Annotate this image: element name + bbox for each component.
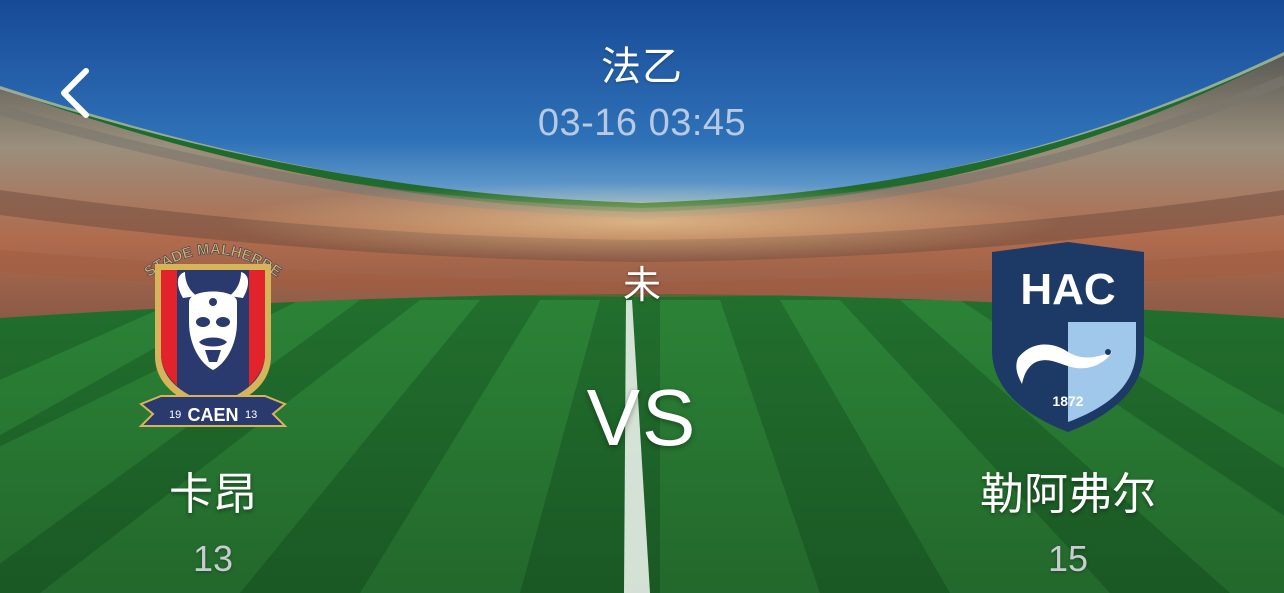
away-team[interactable]: HAC 1872 勒阿弗尔 15 <box>948 240 1188 579</box>
match-header: 法乙 03-16 03:45 未 VS STADE MALHERBE <box>0 0 1284 593</box>
away-team-name: 勒阿弗尔 <box>980 470 1156 519</box>
svg-text:CAEN: CAEN <box>187 405 238 425</box>
svg-text:1872: 1872 <box>1052 393 1083 409</box>
away-team-logo: HAC 1872 <box>992 242 1144 432</box>
away-team-score: 15 <box>1047 538 1089 579</box>
svg-text:19: 19 <box>169 409 181 421</box>
league-name: 法乙 <box>601 45 683 89</box>
home-team-score: 13 <box>192 538 234 579</box>
home-team-logo: STADE MALHERBE 19 CAEN 13 <box>138 241 288 427</box>
home-team[interactable]: STADE MALHERBE 19 CAEN 13 卡昂 13 <box>93 236 333 579</box>
home-team-name: 卡昂 <box>169 470 257 519</box>
match-datetime: 03-16 03:45 <box>537 102 747 144</box>
svg-text:HAC: HAC <box>1020 265 1115 314</box>
svg-text:13: 13 <box>245 409 257 421</box>
